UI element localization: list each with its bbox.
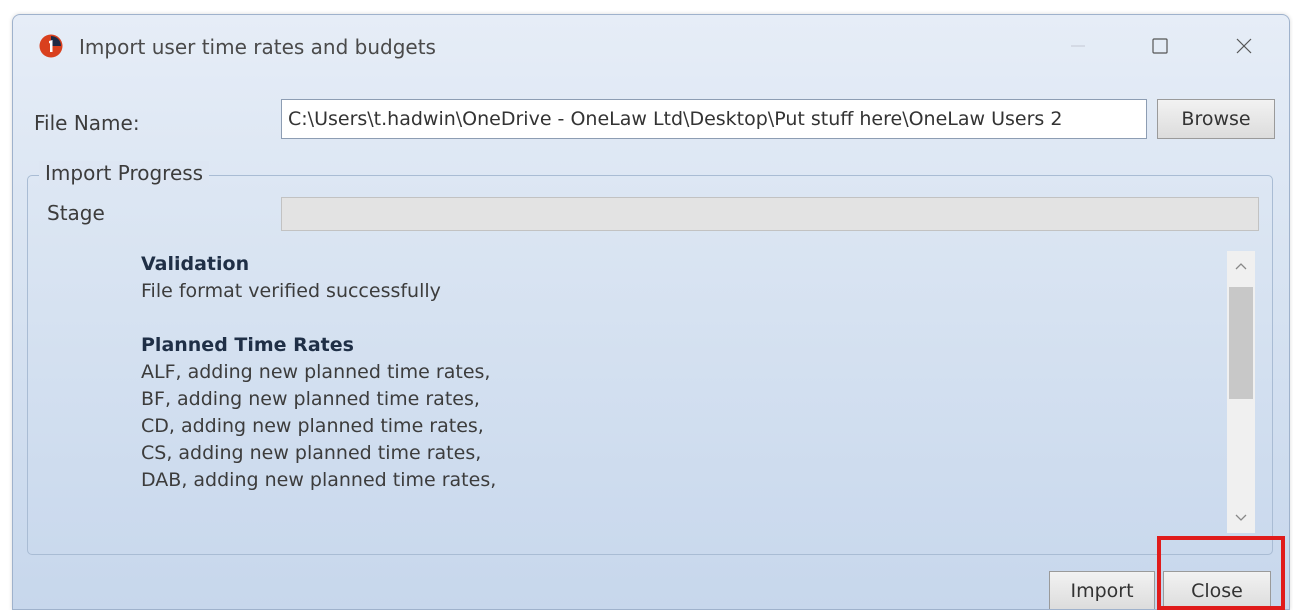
import-progress-label: Import Progress [39,161,210,185]
log-section-heading: Validation [141,253,250,275]
log-line: CS, adding new planned time rates, [141,442,482,464]
scroll-up-button[interactable] [1227,251,1255,281]
import-dialog: Import user time rates and budgets File … [12,14,1290,610]
onelaw-logo-icon [39,34,63,58]
close-button[interactable]: Close [1163,571,1271,609]
chevron-up-icon [1235,263,1247,270]
maximize-button[interactable] [1137,27,1183,65]
close-window-button[interactable] [1221,27,1267,65]
browse-button[interactable]: Browse [1157,99,1275,139]
maximize-icon [1152,38,1168,54]
log-line: ALF, adding new planned time rates, [141,361,491,383]
stage-progress-bar [281,197,1259,231]
log-section: Validation File format verified successf… [141,251,1211,305]
log-line: BF, adding new planned time rates, [141,388,480,410]
stage-label: Stage [47,201,105,225]
close-icon [1236,38,1252,54]
minimize-button[interactable] [1055,27,1101,65]
title-bar[interactable]: Import user time rates and budgets [13,15,1289,77]
import-log: Validation File format verified successf… [141,251,1211,533]
log-spacer [141,305,1211,332]
log-section-heading: Planned Time Rates [141,334,354,356]
scroll-down-button[interactable] [1227,503,1255,533]
log-line: DAB, adding new planned time rates, [141,469,497,491]
file-name-input[interactable] [281,99,1147,139]
import-button[interactable]: Import [1049,571,1155,609]
minimize-icon [1071,45,1085,47]
log-line: File format verified successfully [141,280,441,302]
log-scrollbar[interactable] [1227,251,1255,533]
scroll-thumb[interactable] [1229,287,1253,399]
chevron-down-icon [1235,514,1247,521]
file-name-label: File Name: [34,111,140,135]
log-line: CD, adding new planned time rates, [141,415,484,437]
window-title: Import user time rates and budgets [79,35,436,59]
log-section: Planned Time Rates ALF, adding new plann… [141,332,1211,494]
